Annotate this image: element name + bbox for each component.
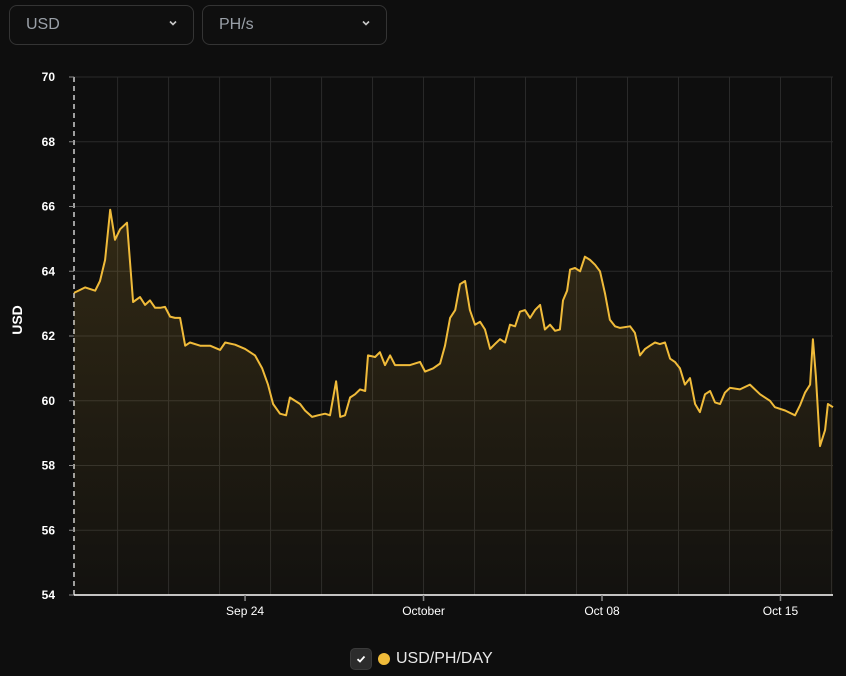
price-chart: 54 56 58 60 62 64 66 68 70 Sep 24 October Oct 08 Oc… xyxy=(9,70,834,618)
legend-color-dot xyxy=(378,653,390,665)
legend-checkbox[interactable] xyxy=(350,648,372,670)
y-tick-label: 54 xyxy=(42,588,56,602)
y-tick-label: 60 xyxy=(42,394,56,408)
legend-label: USD/PH/DAY xyxy=(396,650,493,667)
y-tick-label: 64 xyxy=(42,264,56,278)
y-tick-label: 56 xyxy=(42,523,56,537)
y-tick-label: 58 xyxy=(42,459,56,473)
check-icon xyxy=(356,655,366,663)
x-tick-label: October xyxy=(402,604,445,618)
y-tick-label: 70 xyxy=(42,70,56,84)
y-tick-label: 66 xyxy=(42,200,56,214)
y-tick-label: 62 xyxy=(42,329,56,343)
x-tick-label: Oct 15 xyxy=(763,604,799,618)
y-tick-label: 68 xyxy=(42,135,56,149)
series-area xyxy=(74,209,833,595)
x-tick-label: Sep 24 xyxy=(226,604,264,618)
legend: USD/PH/DAY xyxy=(350,648,493,670)
y-axis-label: USD xyxy=(9,305,25,335)
x-tick-label: Oct 08 xyxy=(584,604,620,618)
